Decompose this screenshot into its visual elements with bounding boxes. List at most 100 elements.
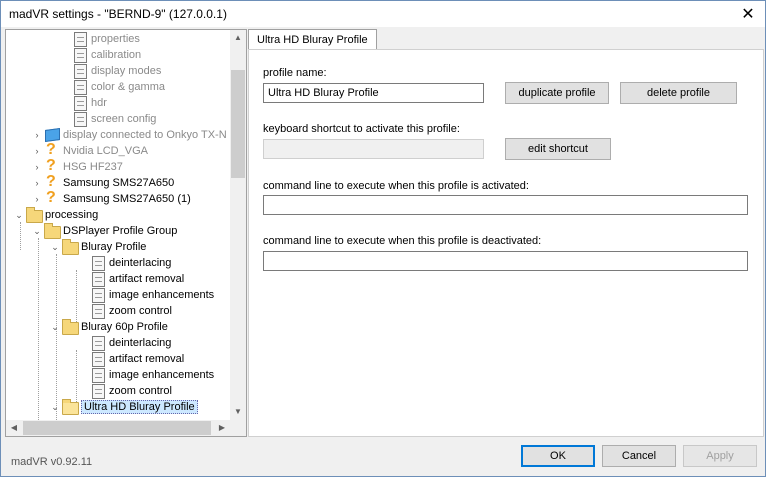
document-icon bbox=[72, 32, 88, 47]
tree-vertical-scrollbar[interactable]: ▲ ▼ bbox=[230, 30, 246, 420]
scroll-thumb-horizontal[interactable] bbox=[23, 421, 211, 435]
document-icon bbox=[90, 288, 106, 303]
tree-item[interactable]: ⌄ DSPlayer Profile Group bbox=[32, 223, 177, 239]
tree-item-label: zoom control bbox=[109, 385, 172, 397]
tree-item[interactable]: calibration bbox=[70, 47, 141, 63]
tree-item-label: image enhancements bbox=[109, 289, 215, 301]
tree-connector-line bbox=[38, 238, 39, 420]
tree-item[interactable]: properties bbox=[70, 31, 140, 47]
tree-item[interactable]: hdr bbox=[70, 95, 107, 111]
tree-item-label: Samsung SMS27A650 (1) bbox=[63, 193, 191, 205]
folder-icon bbox=[62, 319, 79, 335]
settings-window: madVR settings - "BERND-9" (127.0.0.1) ✕… bbox=[0, 0, 766, 477]
tree-item-label: artifact removal bbox=[109, 353, 185, 365]
window-title: madVR settings - "BERND-9" (127.0.0.1) bbox=[9, 7, 227, 21]
expand-arrow-icon[interactable]: › bbox=[32, 178, 42, 188]
document-icon bbox=[72, 96, 88, 111]
cmd-activated-label: command line to execute when this profil… bbox=[263, 180, 529, 192]
collapse-arrow-icon[interactable]: ⌄ bbox=[50, 242, 60, 253]
collapse-arrow-icon[interactable]: ⌄ bbox=[50, 322, 60, 333]
expand-arrow-icon[interactable]: › bbox=[32, 146, 42, 156]
tree-item[interactable]: ⌄ processing bbox=[14, 207, 98, 223]
tree-item[interactable]: deinterlacing bbox=[88, 255, 171, 271]
tree-item-label: deinterlacing bbox=[109, 337, 172, 349]
tree-item-label: HSG HF237 bbox=[63, 161, 123, 173]
tree-horizontal-scrollbar[interactable]: ◀ ▶ bbox=[6, 420, 230, 436]
document-icon bbox=[72, 64, 88, 79]
scroll-up-icon[interactable]: ▲ bbox=[230, 30, 246, 46]
tree-item[interactable]: ⌄ Bluray Profile bbox=[50, 239, 146, 255]
apply-button[interactable]: Apply bbox=[683, 445, 757, 467]
tree-item[interactable]: display modes bbox=[70, 63, 161, 79]
monitor-icon bbox=[44, 127, 60, 143]
question-icon: ? bbox=[46, 173, 56, 190]
tree-item[interactable]: zoom control bbox=[88, 303, 172, 319]
delete-profile-button[interactable]: delete profile bbox=[620, 82, 737, 104]
tree-connector-line bbox=[56, 254, 57, 420]
tree-view: properties calibration display modes color … bbox=[6, 30, 230, 420]
tree-item-label: deinterlacing bbox=[109, 257, 172, 269]
tree-item[interactable]: color & gamma bbox=[70, 79, 165, 95]
settings-tree[interactable]: properties calibration display modes color … bbox=[5, 29, 247, 437]
tree-item-label: DSPlayer Profile Group bbox=[63, 225, 178, 237]
expand-arrow-icon[interactable]: › bbox=[32, 162, 42, 172]
tree-item-label: processing bbox=[45, 209, 99, 221]
tree-item-label: Ultra HD Bluray Profile bbox=[81, 400, 198, 414]
edit-shortcut-button[interactable]: edit shortcut bbox=[505, 138, 611, 160]
tab-profile[interactable]: Ultra HD Bluray Profile bbox=[248, 29, 377, 50]
duplicate-profile-button[interactable]: duplicate profile bbox=[505, 82, 609, 104]
tree-item-label: color & gamma bbox=[91, 81, 165, 93]
cmd-deactivated-input[interactable] bbox=[263, 251, 748, 271]
tree-item[interactable]: ⌄ Bluray 60p Profile bbox=[50, 319, 168, 335]
folder-open-icon bbox=[62, 399, 79, 415]
question-icon: ? bbox=[46, 189, 56, 206]
title-bar: madVR settings - "BERND-9" (127.0.0.1) ✕ bbox=[1, 1, 765, 27]
expand-arrow-icon[interactable]: › bbox=[32, 194, 42, 204]
tree-item-label: Bluray Profile bbox=[81, 241, 147, 253]
document-icon bbox=[90, 352, 106, 367]
document-icon bbox=[72, 80, 88, 95]
tree-item[interactable]: › display connected to Onkyo TX-N bbox=[32, 127, 227, 143]
version-label: madVR v0.92.11 bbox=[11, 456, 93, 468]
scroll-down-icon[interactable]: ▼ bbox=[230, 404, 246, 420]
collapse-arrow-icon[interactable]: ⌄ bbox=[14, 210, 24, 221]
tree-item[interactable]: image enhancements bbox=[88, 367, 214, 383]
tree-item[interactable]: deinterlacing bbox=[88, 335, 171, 351]
expand-arrow-icon[interactable]: › bbox=[32, 130, 42, 140]
tree-item-label: Samsung SMS27A650 bbox=[63, 177, 175, 189]
document-icon bbox=[90, 368, 106, 383]
cmd-activated-input[interactable] bbox=[263, 195, 748, 215]
tree-item[interactable]: artifact removal bbox=[88, 271, 184, 287]
close-icon: ✕ bbox=[741, 6, 755, 23]
question-icon: ? bbox=[46, 157, 56, 174]
scroll-thumb[interactable] bbox=[231, 70, 245, 178]
cancel-button[interactable]: Cancel bbox=[602, 445, 676, 467]
document-icon bbox=[90, 384, 106, 399]
shortcut-input bbox=[263, 139, 484, 159]
tree-item[interactable]: ›? Samsung SMS27A650 (1) bbox=[32, 189, 191, 207]
collapse-arrow-icon[interactable]: ⌄ bbox=[50, 402, 60, 413]
ok-button[interactable]: OK bbox=[521, 445, 595, 467]
tree-item[interactable]: ⌄ Ultra HD Bluray Profile bbox=[50, 399, 198, 415]
profile-name-input[interactable] bbox=[263, 83, 484, 103]
folder-icon bbox=[62, 239, 79, 255]
scrollbar-corner bbox=[230, 420, 246, 436]
tree-item[interactable]: zoom control bbox=[88, 383, 172, 399]
tree-item-label: image enhancements bbox=[109, 369, 215, 381]
folder-icon bbox=[26, 207, 43, 223]
document-icon bbox=[90, 336, 106, 351]
tree-item[interactable]: artifact removal bbox=[88, 351, 184, 367]
scroll-left-icon[interactable]: ◀ bbox=[6, 420, 22, 436]
scroll-right-icon[interactable]: ▶ bbox=[214, 420, 230, 436]
shortcut-label: keyboard shortcut to activate this profi… bbox=[263, 123, 460, 135]
profile-panel: profile name: duplicate profile delete p… bbox=[248, 49, 764, 437]
tree-item[interactable]: screen config bbox=[70, 111, 156, 127]
tree-item-label: display connected to Onkyo TX-N bbox=[63, 129, 227, 141]
profile-name-label: profile name: bbox=[263, 67, 327, 79]
tree-item[interactable]: image enhancements bbox=[88, 287, 214, 303]
cmd-deactivated-label: command line to execute when this profil… bbox=[263, 235, 542, 247]
collapse-arrow-icon[interactable]: ⌄ bbox=[32, 226, 42, 237]
tree-connector-line bbox=[20, 222, 21, 250]
document-icon bbox=[90, 256, 106, 271]
close-button[interactable]: ✕ bbox=[731, 1, 765, 27]
